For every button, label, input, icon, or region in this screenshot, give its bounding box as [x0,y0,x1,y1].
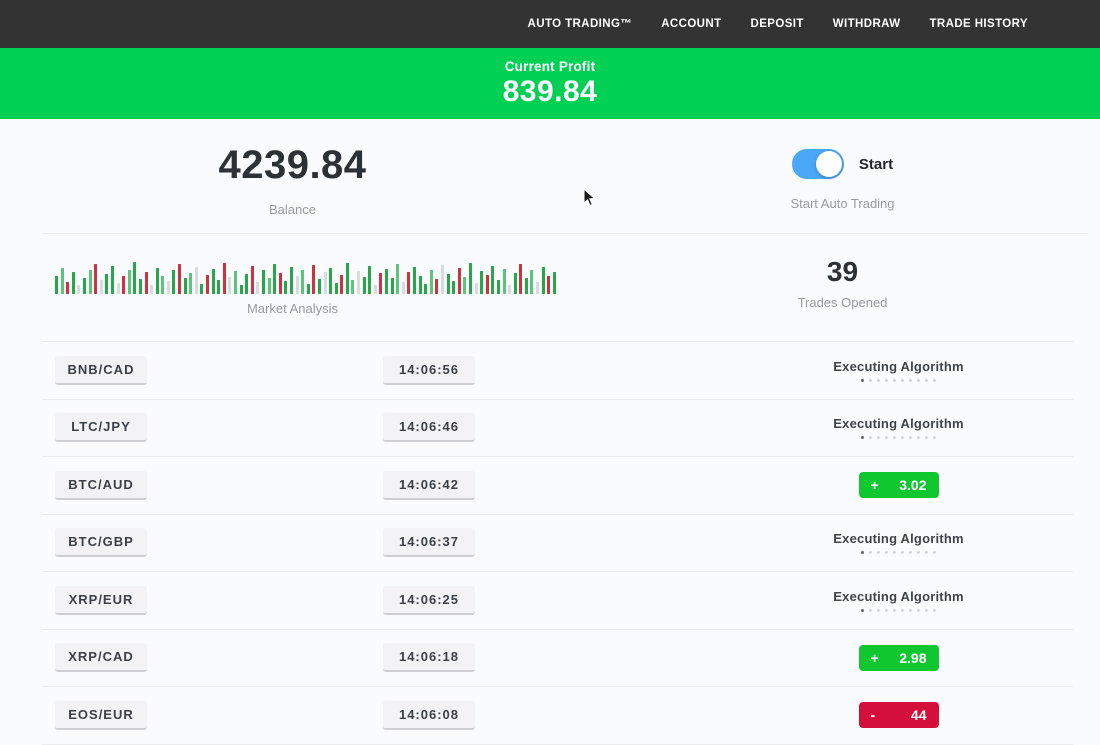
pair-badge: BTC/GBP [55,528,147,557]
trades-opened-block: 39 Trades Opened [585,234,1100,341]
toggle-knob [816,151,842,177]
current-profit-label: Current Profit [505,59,596,74]
time-badge: 14:06:56 [383,356,475,385]
nav-withdraw[interactable]: WITHDRAW [833,18,901,30]
result-cell: Executing Algorithm [702,589,1073,612]
result-cell: + 2.98 [702,645,1073,671]
auto-trading-toggle[interactable] [792,149,844,179]
result-cell: Executing Algorithm [702,359,1073,382]
pair-cell: LTC/JPY [42,413,372,442]
time-cell: 14:06:08 [372,701,702,730]
pair-cell: BNB/CAD [42,356,372,385]
executing-label: Executing Algorithm [724,416,1073,431]
pair-badge: XRP/EUR [55,586,147,615]
trades-opened-label: Trades Opened [585,295,1100,310]
auto-trading-block: Start Start Auto Trading [585,119,1100,233]
time-badge: 14:06:42 [383,471,475,500]
result-value: 2.98 [899,650,926,666]
balance-value: 4239.84 [0,143,585,188]
time-cell: 14:06:56 [372,356,702,385]
trade-row: EOS/EUR 14:06:08 - 44 [42,687,1073,745]
time-badge: 14:06:25 [383,586,475,615]
pair-cell: EOS/EUR [42,701,372,730]
result-badge: - 44 [859,702,939,728]
pair-cell: XRP/EUR [42,586,372,615]
pair-cell: BTC/AUD [42,471,372,500]
nav-auto-trading[interactable]: AUTO TRADING™ [528,18,633,30]
pair-cell: BTC/GBP [42,528,372,557]
executing-status: Executing Algorithm [724,416,1073,439]
pair-badge: LTC/JPY [55,413,147,442]
result-value: 3.02 [899,477,926,493]
market-stats-row: Market Analysis 39 Trades Opened [0,234,1100,341]
nav-trade-history[interactable]: TRADE HISTORY [930,18,1029,30]
result-sign: + [871,477,879,493]
nav-deposit[interactable]: DEPOSIT [751,18,804,30]
time-badge: 14:06:46 [383,413,475,442]
trade-row: XRP/EUR 14:06:25 Executing Algorithm [42,572,1073,630]
executing-status: Executing Algorithm [724,359,1073,382]
time-badge: 14:06:18 [383,643,475,672]
result-cell: Executing Algorithm [702,531,1073,554]
nav-account[interactable]: ACCOUNT [661,18,721,30]
result-cell: + 3.02 [702,472,1073,498]
time-badge: 14:06:08 [383,701,475,730]
current-profit-value: 839.84 [503,75,598,109]
market-analysis-label: Market Analysis [0,301,585,316]
trade-row: BNB/CAD 14:06:56 Executing Algorithm [42,342,1073,400]
pair-badge: BNB/CAD [55,356,147,385]
time-cell: 14:06:42 [372,471,702,500]
time-cell: 14:06:46 [372,413,702,442]
trade-row: LTC/JPY 14:06:46 Executing Algorithm [42,400,1073,458]
result-cell: - 44 [702,702,1073,728]
time-cell: 14:06:37 [372,528,702,557]
balance-label: Balance [0,202,585,217]
time-cell: 14:06:18 [372,643,702,672]
result-sign: - [871,707,876,723]
result-sign: + [871,650,879,666]
balance-block: 4239.84 Balance [0,119,585,233]
pair-cell: XRP/CAD [42,643,372,672]
executing-status: Executing Algorithm [724,589,1073,612]
top-nav: AUTO TRADING™ ACCOUNT DEPOSIT WITHDRAW T… [0,0,1100,48]
executing-label: Executing Algorithm [724,589,1073,604]
toggle-label: Start [859,156,893,173]
progress-dots [724,379,1073,382]
current-profit-banner: Current Profit 839.84 [0,48,1100,119]
time-cell: 14:06:25 [372,586,702,615]
market-analysis-chart [55,258,557,294]
executing-status: Executing Algorithm [724,531,1073,554]
progress-dots [724,551,1073,554]
progress-dots [724,436,1073,439]
executing-label: Executing Algorithm [724,359,1073,374]
trades-list: BNB/CAD 14:06:56 Executing Algorithm LTC… [42,341,1073,745]
trade-row: BTC/AUD 14:06:42 + 3.02 [42,457,1073,515]
executing-label: Executing Algorithm [724,531,1073,546]
pair-badge: BTC/AUD [55,471,147,500]
account-stats-row: 4239.84 Balance Start Start Auto Trading [0,119,1100,233]
trade-row: BTC/GBP 14:06:37 Executing Algorithm [42,515,1073,573]
market-analysis-block: Market Analysis [0,234,585,341]
time-badge: 14:06:37 [383,528,475,557]
result-badge: + 2.98 [859,645,939,671]
progress-dots [724,609,1073,612]
toggle-sub-label: Start Auto Trading [585,196,1100,211]
pair-badge: EOS/EUR [55,701,147,730]
result-badge: + 3.02 [859,472,939,498]
result-value: 44 [911,707,927,723]
result-cell: Executing Algorithm [702,416,1073,439]
trade-row: XRP/CAD 14:06:18 + 2.98 [42,630,1073,688]
trades-opened-count: 39 [585,256,1100,288]
pair-badge: XRP/CAD [55,643,147,672]
